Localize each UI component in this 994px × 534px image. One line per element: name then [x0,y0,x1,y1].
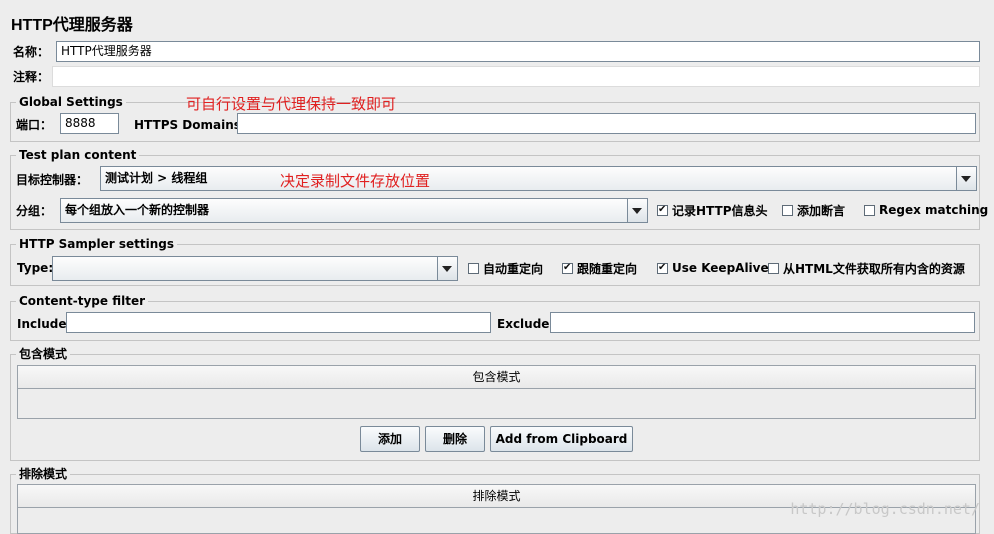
page-title: HTTP代理服务器 [11,17,133,34]
regex-matching-checkbox[interactable]: Regex matching [864,202,988,218]
target-controller-annotation: 决定录制文件存放位置 [280,172,431,190]
follow-redirect-checkbox[interactable]: 跟随重定向 [562,260,637,276]
include-input[interactable] [66,312,491,333]
type-select[interactable] [52,256,458,281]
name-input[interactable]: HTTP代理服务器 [56,41,980,62]
delete-button[interactable]: 删除 [425,426,485,452]
target-controller-label: 目标控制器： [16,173,89,187]
capture-headers-checkbox[interactable]: 记录HTTP信息头 [657,202,768,218]
capture-headers-label: 记录HTTP信息头 [672,203,768,218]
add-button[interactable]: 添加 [360,426,420,452]
chevron-down-icon[interactable] [437,257,457,280]
exclude-label: Exclude: [497,317,555,331]
comment-label: 注释： [13,70,50,84]
auto-redirect-label: 自动重定向 [483,261,544,276]
include-patterns-legend: 包含模式 [16,347,71,361]
test-plan-legend: Test plan content [16,148,140,162]
grouping-value: 每个组放入一个新的控制器 [65,203,210,217]
checkbox-checked-icon[interactable] [657,203,668,217]
include-patterns-table[interactable]: 包含模式 [17,365,976,419]
type-label: Type: [17,261,54,275]
exclude-input[interactable] [550,312,975,333]
embedded-resources-label: 从HTML文件获取所有内含的资源 [783,261,965,276]
chevron-down-icon[interactable] [627,199,647,222]
chevron-down-icon[interactable] [956,167,976,190]
embedded-resources-checkbox[interactable]: 从HTML文件获取所有内含的资源 [768,260,965,276]
sampler-legend: HTTP Sampler settings [16,237,177,251]
follow-redirect-label: 跟随重定向 [577,261,638,276]
name-label: 名称： [13,45,50,59]
keepalive-label: Use KeepAlive [672,261,769,275]
exclude-patterns-legend: 排除模式 [16,467,71,481]
include-label: Include: [17,317,72,331]
checkbox-unchecked-icon[interactable] [768,262,779,274]
checkbox-checked-icon[interactable] [562,261,573,275]
checkbox-unchecked-icon[interactable] [864,204,875,216]
auto-redirect-checkbox[interactable]: 自动重定向 [468,260,543,276]
global-settings-legend: Global Settings [16,95,126,109]
target-controller-value: 测试计划 > 线程组 [105,171,208,185]
add-from-clipboard-button[interactable]: Add from Clipboard [490,426,633,452]
comment-input[interactable] [52,66,980,87]
add-assertions-label: 添加断言 [797,203,846,218]
port-label: 端口： [16,118,53,132]
keepalive-checkbox[interactable]: Use KeepAlive [657,260,769,276]
checkbox-checked-icon[interactable] [657,261,668,275]
include-patterns-column-header[interactable]: 包含模式 [18,366,975,389]
checkbox-unchecked-icon[interactable] [782,204,793,216]
watermark: http://blog.csdn.net/ [790,500,980,518]
checkbox-unchecked-icon[interactable] [468,262,479,274]
add-assertions-checkbox[interactable]: 添加断言 [782,202,845,218]
grouping-select[interactable]: 每个组放入一个新的控制器 [60,198,648,223]
grouping-label: 分组： [16,204,53,218]
https-domains-label: HTTPS Domains : [134,118,250,132]
content-type-legend: Content-type filter [16,294,148,308]
port-input[interactable]: 8888 [60,113,119,134]
regex-matching-label: Regex matching [879,203,989,217]
https-domains-input[interactable] [237,113,976,134]
global-settings-annotation: 可自行设置与代理保持一致即可 [186,95,397,113]
target-controller-select[interactable]: 测试计划 > 线程组 [100,166,977,191]
